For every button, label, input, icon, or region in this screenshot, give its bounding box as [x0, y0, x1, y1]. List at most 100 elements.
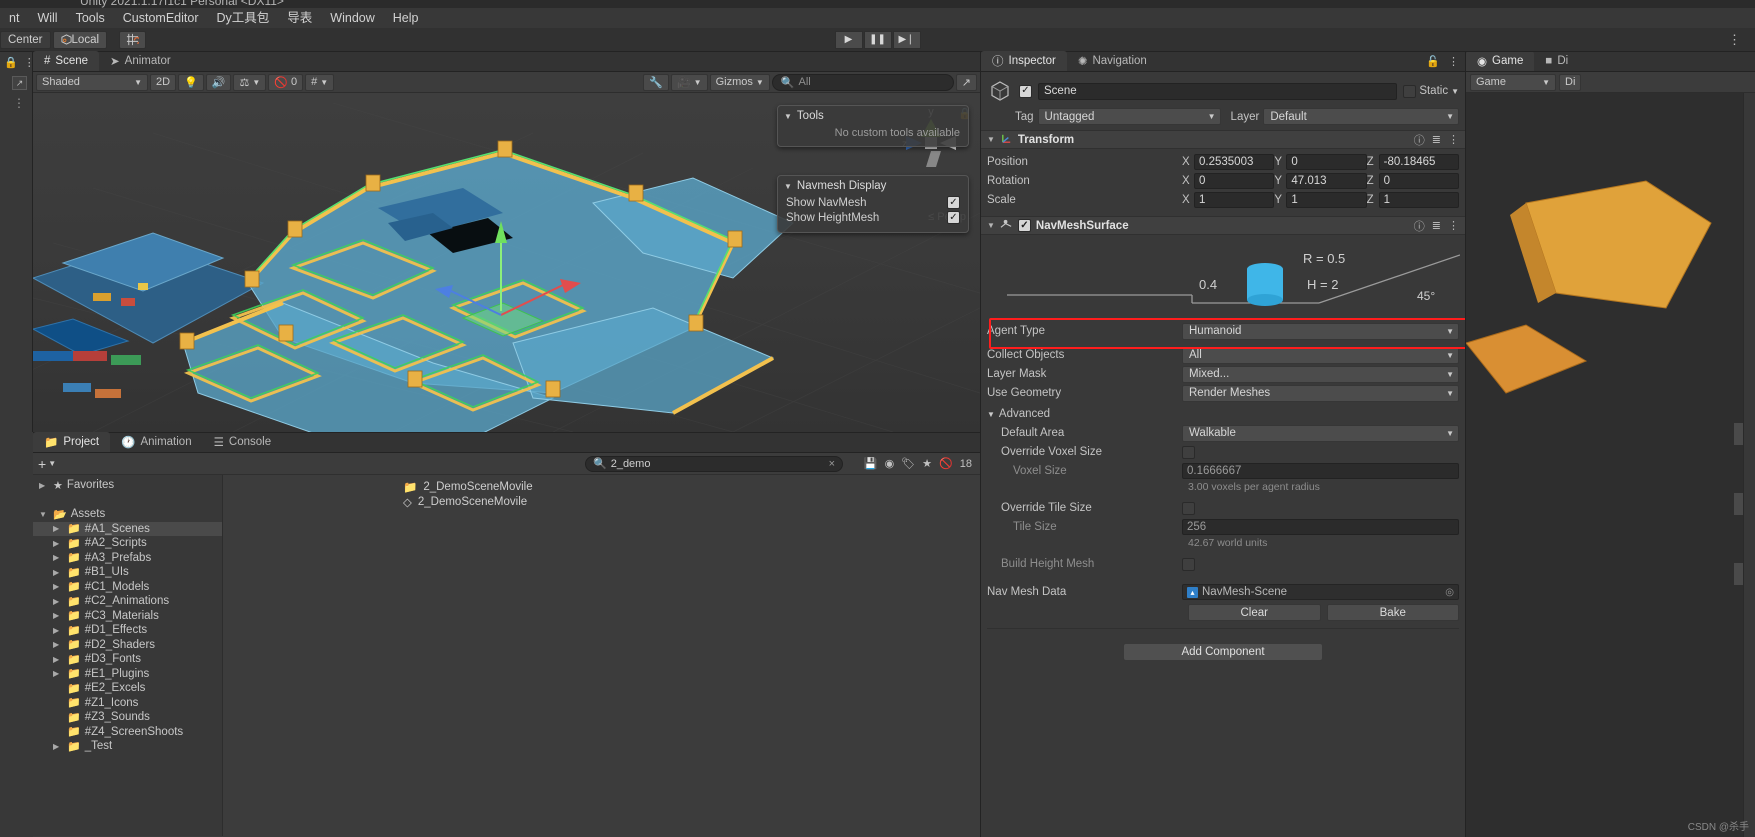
position-x[interactable]: X 0.2535003: [1182, 154, 1275, 170]
transform-component-header[interactable]: ▼ Transform ⓘ ≣ ⋮: [981, 130, 1465, 149]
override-tile-size-checkbox[interactable]: [1182, 501, 1195, 515]
rotation-x[interactable]: X 0: [1182, 173, 1275, 189]
add-component-button[interactable]: Add Component: [1123, 643, 1323, 661]
chevron-right-icon[interactable]: ▶: [53, 568, 63, 577]
chevron-right-icon[interactable]: ▶: [53, 582, 63, 591]
tree-item-b1-uis[interactable]: ▶ 📁 #B1_UIs: [33, 565, 222, 580]
chevron-down-icon[interactable]: ▼: [39, 510, 49, 519]
game-display-dropdown[interactable]: Game ▼: [1470, 73, 1556, 91]
tab-display[interactable]: ■ Di: [1534, 52, 1579, 71]
scale-x-input[interactable]: 1: [1194, 192, 1275, 208]
lock-icon[interactable]: 🔓: [1426, 55, 1440, 68]
gameobject-enabled-checkbox[interactable]: ✓: [1019, 84, 1032, 98]
menu-item-customeditor[interactable]: CustomEditor: [114, 8, 208, 28]
project-search-input[interactable]: 🔍 2_demo ×: [585, 455, 843, 472]
game-viewport[interactable]: CSDN @杀手: [1466, 93, 1755, 837]
navmeshsurface-enabled-checkbox[interactable]: ✓: [1017, 219, 1031, 232]
scene-fx-button[interactable]: ⚖ ▼: [233, 73, 267, 91]
tab-scene[interactable]: # Scene: [33, 51, 100, 71]
chevron-right-icon[interactable]: ▶: [53, 524, 63, 533]
tree-item-c3-materials[interactable]: ▶ 📁 #C3_Materials: [33, 609, 222, 624]
favorite-star-icon[interactable]: ★: [922, 457, 932, 470]
agent-type-dropdown[interactable]: Humanoid ▼: [1182, 322, 1459, 340]
preset-icon[interactable]: ≣: [1432, 219, 1441, 232]
tab-animator[interactable]: ➤ Animator: [99, 51, 182, 71]
menu-item-will[interactable]: Will: [28, 8, 66, 28]
chevron-down-icon[interactable]: ▼: [987, 135, 995, 144]
chevron-down-icon[interactable]: ▼: [1451, 87, 1459, 96]
menu-item-tools[interactable]: Tools: [67, 8, 114, 28]
save-search-icon[interactable]: 💾: [864, 457, 878, 470]
project-add-button[interactable]: + ▼: [38, 456, 56, 472]
tree-item-z1-icons[interactable]: 📁 #Z1_Icons: [33, 696, 222, 711]
scene-visibility-button[interactable]: 🚫 0: [268, 73, 304, 91]
clear-search-icon[interactable]: ×: [829, 458, 835, 470]
tile-size-input[interactable]: 256: [1182, 519, 1459, 535]
menu-item-0[interactable]: nt: [0, 8, 28, 28]
menu-item-dytools[interactable]: Dy工具包: [208, 8, 279, 28]
tab-inspector[interactable]: ⓘ Inspector: [981, 51, 1067, 71]
scene-camera-button[interactable]: 🎥 ▼: [670, 73, 708, 91]
gizmos-button[interactable]: Gizmos ▼: [709, 73, 770, 91]
tag-dropdown[interactable]: Untagged ▼: [1037, 108, 1221, 125]
static-checkbox[interactable]: [1403, 84, 1417, 98]
scale-y[interactable]: Y 1: [1274, 192, 1367, 208]
toggle-2d-button[interactable]: 2D: [150, 73, 177, 91]
tab-console[interactable]: ☰ Console: [203, 432, 283, 452]
filter-label-icon[interactable]: 🏷: [901, 457, 915, 470]
static-toggle[interactable]: Static ▼: [1403, 84, 1459, 98]
pivot-mode-button[interactable]: Center: [0, 30, 51, 49]
kebab-icon[interactable]: ⋮: [1448, 133, 1459, 146]
game-side-scrollbar[interactable]: [1743, 93, 1755, 837]
position-x-input[interactable]: 0.2535003: [1194, 154, 1275, 170]
position-y-input[interactable]: 0: [1286, 154, 1367, 170]
default-area-dropdown[interactable]: Walkable ▼: [1182, 424, 1459, 442]
grid-snap-button[interactable]: [119, 30, 147, 49]
menu-item-export[interactable]: 导表: [278, 8, 321, 28]
tool-settings-button[interactable]: 🔧: [643, 73, 669, 91]
layer-mask-dropdown[interactable]: Mixed... ▼: [1182, 365, 1459, 383]
voxel-size-input[interactable]: 0.1666667: [1182, 463, 1459, 479]
chevron-right-icon[interactable]: ▶: [53, 539, 63, 548]
navmesh-overlay-header[interactable]: ▼ Navmesh Display: [778, 176, 968, 195]
tree-item-favorites[interactable]: ▶ ★ Favorites: [33, 478, 222, 493]
collect-objects-dropdown[interactable]: All ▼: [1182, 346, 1459, 364]
play-button[interactable]: ▶: [834, 30, 863, 49]
show-heightmesh-row[interactable]: Show HeightMesh ✓: [786, 210, 960, 225]
scene-maximize-button[interactable]: ↗: [955, 73, 977, 91]
tab-animation[interactable]: 🕐 Animation: [110, 432, 202, 452]
help-icon[interactable]: ⓘ: [1414, 132, 1425, 148]
hierarchy-overflow-icon[interactable]: ⋮: [13, 96, 25, 110]
kebab-icon[interactable]: ⋮: [1448, 219, 1459, 232]
layer-dropdown[interactable]: Default ▼: [1263, 108, 1459, 125]
position-z-input[interactable]: -80.18465: [1378, 154, 1459, 170]
tree-item-c1-models[interactable]: ▶ 📁 #C1_Models: [33, 580, 222, 595]
position-z[interactable]: Z -80.18465: [1367, 154, 1459, 170]
tools-overlay-header[interactable]: ▼ Tools: [778, 106, 968, 125]
pivot-rotation-button[interactable]: Local: [52, 30, 108, 49]
lock-icon[interactable]: 🔒: [4, 56, 18, 69]
tab-game[interactable]: ◉ Game: [1466, 52, 1535, 71]
rotation-x-input[interactable]: 0: [1194, 173, 1275, 189]
tree-item-e2-excels[interactable]: 📁 #E2_Excels: [33, 681, 222, 696]
tree-item-d3-fonts[interactable]: ▶ 📁 #D3_Fonts: [33, 652, 222, 667]
list-item[interactable]: 📁 2_DemoSceneMovile: [227, 479, 980, 494]
expand-panel-button[interactable]: ↗: [12, 76, 27, 90]
tree-item-a1-scenes[interactable]: ▶ 📁 #A1_Scenes: [33, 521, 222, 536]
kebab-icon[interactable]: ⋮: [1448, 55, 1459, 68]
rotation-y-input[interactable]: 47.013: [1286, 173, 1367, 189]
navmeshsurface-component-header[interactable]: ▼ ✓ NavMeshSurface ⓘ ≣ ⋮: [981, 216, 1465, 235]
list-item[interactable]: ◇ 2_DemoSceneMovile: [227, 494, 980, 509]
gameobject-name-input[interactable]: Scene: [1038, 82, 1398, 100]
tree-item-assets[interactable]: ▼ 📂 Assets: [33, 507, 222, 522]
tab-project[interactable]: 📁 Project: [33, 432, 111, 452]
show-navmesh-row[interactable]: Show NavMesh ✓: [786, 195, 960, 210]
project-folder-tree[interactable]: ▶ ★ Favorites ▼ 📂 Assets ▶ 📁 #A1_Scenes …: [33, 475, 223, 836]
tree-item-a2-scripts[interactable]: ▶ 📁 #A2_Scripts: [33, 536, 222, 551]
tree-item-e1-plugins[interactable]: ▶ 📁 #E1_Plugins: [33, 667, 222, 682]
scale-x[interactable]: X 1: [1182, 192, 1275, 208]
scene-lighting-button[interactable]: 💡: [178, 73, 204, 91]
show-navmesh-checkbox[interactable]: ✓: [947, 196, 960, 209]
tree-item-a3-prefabs[interactable]: ▶ 📁 #A3_Prefabs: [33, 551, 222, 566]
override-voxel-size-checkbox[interactable]: [1182, 445, 1195, 459]
